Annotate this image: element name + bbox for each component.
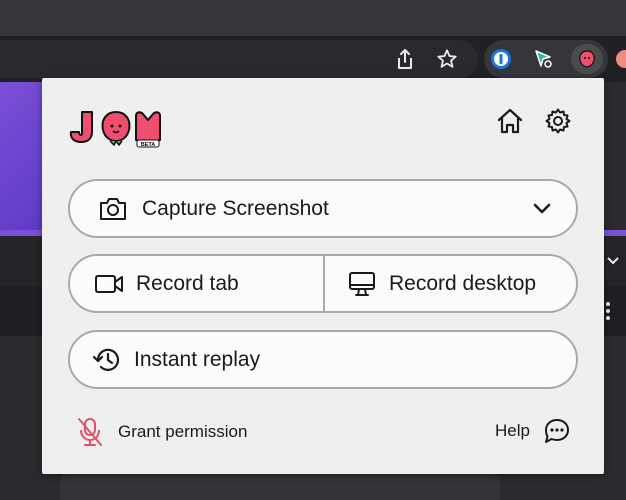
page-row-left [0, 236, 42, 286]
instant-replay-button[interactable]: Instant replay [68, 330, 578, 389]
capture-screenshot-label: Capture Screenshot [142, 196, 329, 220]
help-link[interactable]: Help [495, 416, 572, 446]
settings-button[interactable] [543, 108, 573, 138]
browser-tab-strip [0, 0, 626, 36]
logo-beta-badge: BETA [141, 142, 156, 148]
camera-icon [96, 192, 130, 226]
record-tab-button[interactable]: Record tab [70, 256, 325, 311]
page-row-left-2 [0, 286, 42, 336]
page-row-right-2 [604, 286, 626, 336]
record-button-group: Record tab Record desktop [68, 254, 578, 313]
record-desktop-label: Record desktop [389, 271, 537, 295]
home-icon [496, 107, 524, 140]
chat-bubble-icon [542, 416, 572, 446]
share-icon[interactable] [392, 46, 418, 72]
page-banner-left [0, 82, 42, 232]
chevron-down-icon[interactable] [530, 197, 554, 221]
record-tab-label: Record tab [136, 271, 239, 295]
page-row-right [604, 236, 626, 286]
record-desktop-button[interactable]: Record desktop [325, 256, 576, 311]
extension-icon[interactable] [530, 46, 556, 72]
jam-logo: BETA [68, 106, 164, 148]
capture-screenshot-button[interactable]: Capture Screenshot [68, 179, 578, 238]
page-banner-right [604, 82, 626, 232]
page-card [60, 474, 500, 500]
home-button[interactable] [495, 108, 525, 138]
help-label: Help [495, 421, 530, 440]
gear-icon [544, 107, 572, 140]
jam-extension-icon[interactable] [574, 46, 600, 72]
grant-permission-label: Grant permission [118, 422, 248, 441]
video-camera-icon [92, 267, 126, 301]
history-icon [90, 343, 124, 377]
instant-replay-label: Instant replay [134, 347, 261, 371]
onepassword-icon[interactable] [488, 46, 514, 72]
monitor-icon [345, 267, 379, 301]
jam-popup: BETA Capture Screenshot Record tab Recor… [42, 78, 604, 474]
mic-off-icon [76, 416, 104, 448]
star-icon[interactable] [434, 46, 460, 72]
grant-permission-link[interactable]: Grant permission [76, 416, 247, 448]
